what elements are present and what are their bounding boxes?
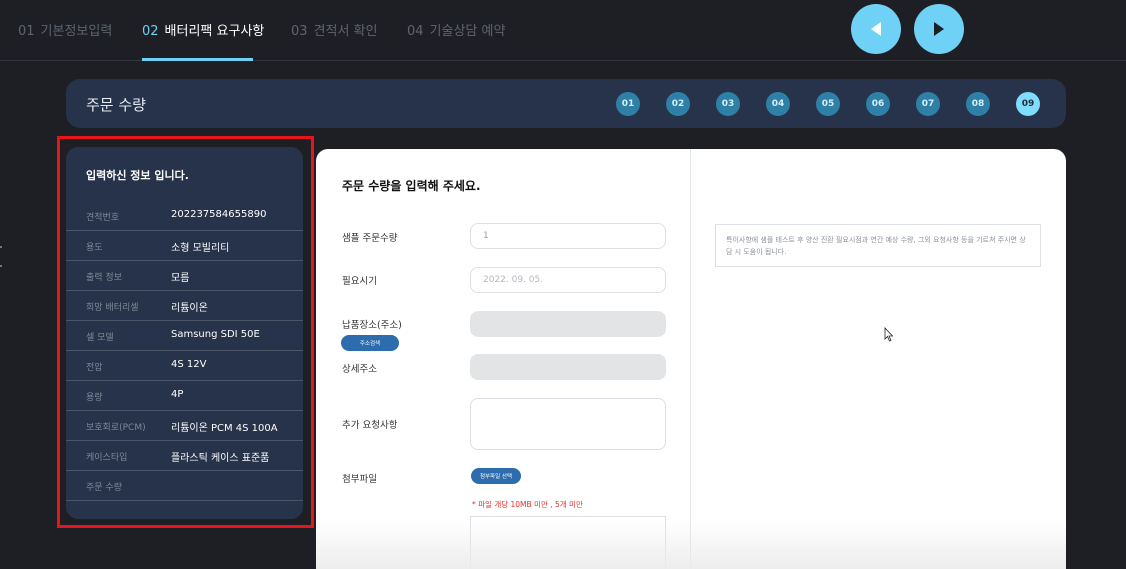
- step-navigation: 01 기본정보입력 02 배터리팩 요구사항 03 견적서 확인 04 기술상담 예약: [0, 0, 1126, 61]
- step-4-number: 04: [407, 24, 424, 39]
- substep-pill-02[interactable]: 02: [666, 92, 690, 116]
- next-button[interactable]: [914, 4, 964, 54]
- substep-pill-01[interactable]: 01: [616, 92, 640, 116]
- step-2-label: 배터리팩 요구사항: [164, 24, 265, 39]
- substep-pill-06[interactable]: 06: [866, 92, 890, 116]
- step-1[interactable]: 01 기본정보입력: [18, 20, 112, 39]
- attachment-select-button[interactable]: 첨부파일 선택: [471, 468, 521, 484]
- highlight-frame: [57, 136, 314, 528]
- edge-mark: [0, 246, 2, 248]
- triangle-left-icon: [871, 22, 881, 36]
- step-3[interactable]: 03 견적서 확인: [291, 20, 377, 39]
- form-divider: [690, 149, 691, 569]
- step-1-number: 01: [18, 24, 35, 39]
- detail-address-input[interactable]: [470, 354, 666, 380]
- extra-request-textarea[interactable]: [470, 398, 666, 450]
- sample-qty-label: 샘플 주문수량: [342, 233, 398, 244]
- bottom-fade: [316, 520, 1066, 569]
- attachment-warning: * 파일 개당 10MB 미만 , 5개 미만: [472, 500, 583, 509]
- substep-pill-09[interactable]: 09: [1016, 92, 1040, 116]
- substep-pill-03[interactable]: 03: [716, 92, 740, 116]
- step-2[interactable]: 02 배터리팩 요구사항: [142, 20, 264, 39]
- active-step-underline: [142, 58, 253, 61]
- attachment-label: 첨부파일: [342, 474, 377, 485]
- mouse-cursor-icon: [884, 327, 894, 342]
- delivery-address-input[interactable]: [470, 311, 666, 337]
- substep-pill-07[interactable]: 07: [916, 92, 940, 116]
- step-1-label: 기본정보입력: [40, 24, 113, 39]
- extra-request-label: 추가 요청사항: [342, 420, 398, 431]
- form-heading: 주문 수량을 입력해 주세요.: [342, 179, 481, 193]
- section-header: 주문 수량 01 02 03 04 05 06 07 08 09: [66, 79, 1066, 128]
- substep-pill-08[interactable]: 08: [966, 92, 990, 116]
- order-form-card: 주문 수량을 입력해 주세요. 샘플 주문수량 1 필요시기 2022. 09.…: [316, 149, 1066, 569]
- step-3-label: 견적서 확인: [313, 24, 378, 39]
- section-title: 주문 수량: [86, 96, 146, 114]
- need-time-label: 필요시기: [342, 276, 377, 287]
- triangle-right-icon: [934, 22, 944, 36]
- substep-pill-04[interactable]: 04: [766, 92, 790, 116]
- substep-pill-05[interactable]: 05: [816, 92, 840, 116]
- prev-button[interactable]: [851, 4, 901, 54]
- need-time-input[interactable]: 2022. 09. 05.: [470, 267, 666, 293]
- address-search-button[interactable]: 주소검색: [341, 335, 399, 351]
- sample-qty-input[interactable]: 1: [470, 223, 666, 249]
- delivery-label: 납품장소(주소): [342, 320, 402, 331]
- step-2-number: 02: [142, 24, 159, 39]
- step-3-number: 03: [291, 24, 308, 39]
- detail-address-label: 상세주소: [342, 364, 377, 375]
- notice-box: 특이사항에 샘플 테스트 후 양산 진환 필요시점과 연간 예상 수량, 그외 …: [715, 224, 1041, 267]
- edge-mark: [0, 265, 2, 267]
- step-4-label: 기술상담 예약: [429, 24, 506, 39]
- step-4[interactable]: 04 기술상담 예약: [407, 20, 505, 39]
